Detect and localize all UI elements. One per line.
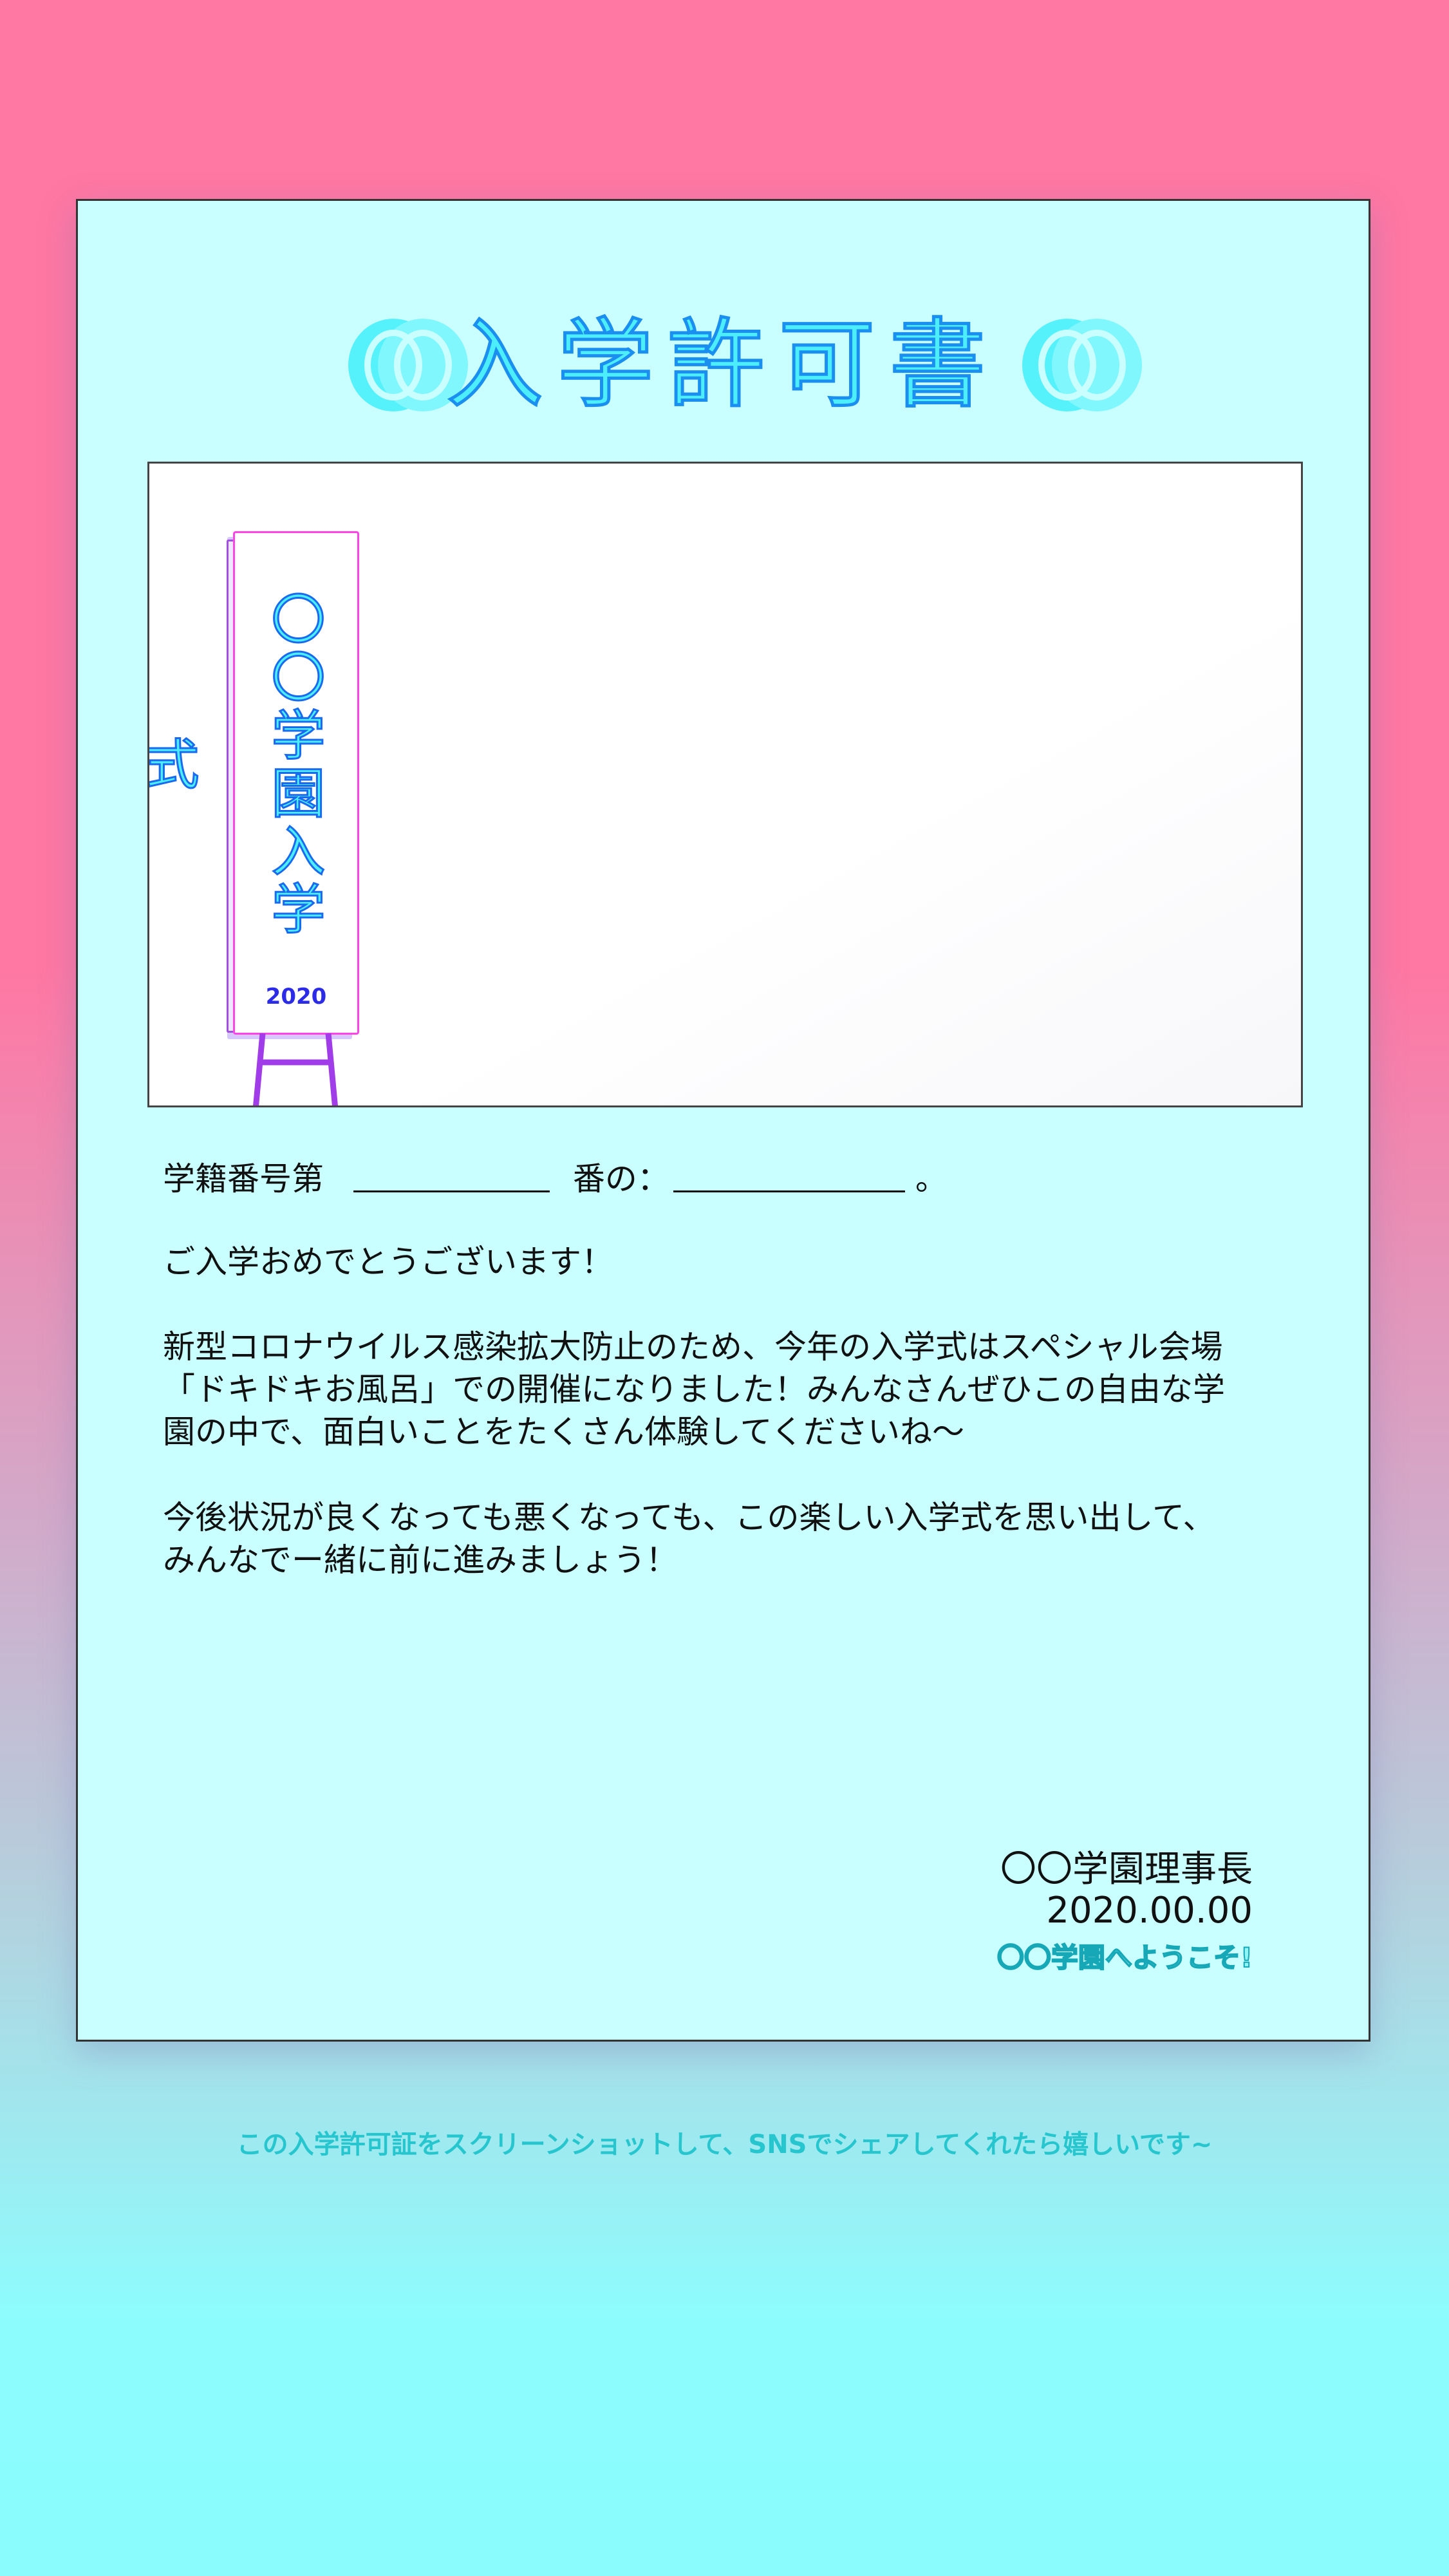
ring-ornament-right-icon — [1022, 319, 1142, 411]
student-number-blank[interactable] — [353, 1162, 550, 1192]
title-row: 入学許可書 — [78, 304, 1369, 426]
share-footer-note: この入学許可証をスクリーンショットして、SNSでシェアしてくれたら嬉しいです~ — [236, 2130, 1213, 2159]
form-period: 。 — [915, 1160, 948, 1198]
signboard-stand-icon — [253, 1033, 338, 1105]
name-label: 番の： — [572, 1160, 669, 1198]
student-number-label: 学籍番号第 — [163, 1160, 324, 1198]
signboard-text: 〇〇学園入学式 — [147, 590, 327, 940]
ceremony-signboard: 〇〇学園入学式 2020 — [147, 531, 360, 1105]
certificate-card: 入学許可書 〇〇学園入学式 2020 学籍番号第 番の： 。 ご入学おめでとうござ… — [76, 199, 1370, 2042]
certificate-title: 入学許可書 — [445, 309, 1000, 422]
welcome-stamp: 〇〇学園へようこそ! — [996, 1941, 1253, 1974]
photo-frame: 〇〇学園入学式 2020 — [147, 462, 1303, 1107]
student-name-blank[interactable] — [673, 1162, 905, 1192]
announcement-paragraph: 新型コロナウイルス感染拡大防止のため、今年の入学式はスペシャル会場 「ドキドキお… — [163, 1328, 1225, 1451]
signatory-org: 〇〇学園理事長 — [1000, 1848, 1253, 1890]
encouragement-paragraph: 今後状況が良くなっても悪くなっても、この楽しい入学式を思い出して、 みんなでー緒… — [163, 1499, 1215, 1579]
greeting: ご入学おめでとうございます！ — [163, 1243, 613, 1281]
signboard-year: 2020 — [265, 984, 327, 1010]
signature-date: 2020.00.00 — [1046, 1890, 1253, 1932]
signboard-panel: 〇〇学園入学式 2020 — [147, 531, 359, 1035]
student-number-line: 学籍番号第 番の： 。 — [163, 1158, 948, 1200]
